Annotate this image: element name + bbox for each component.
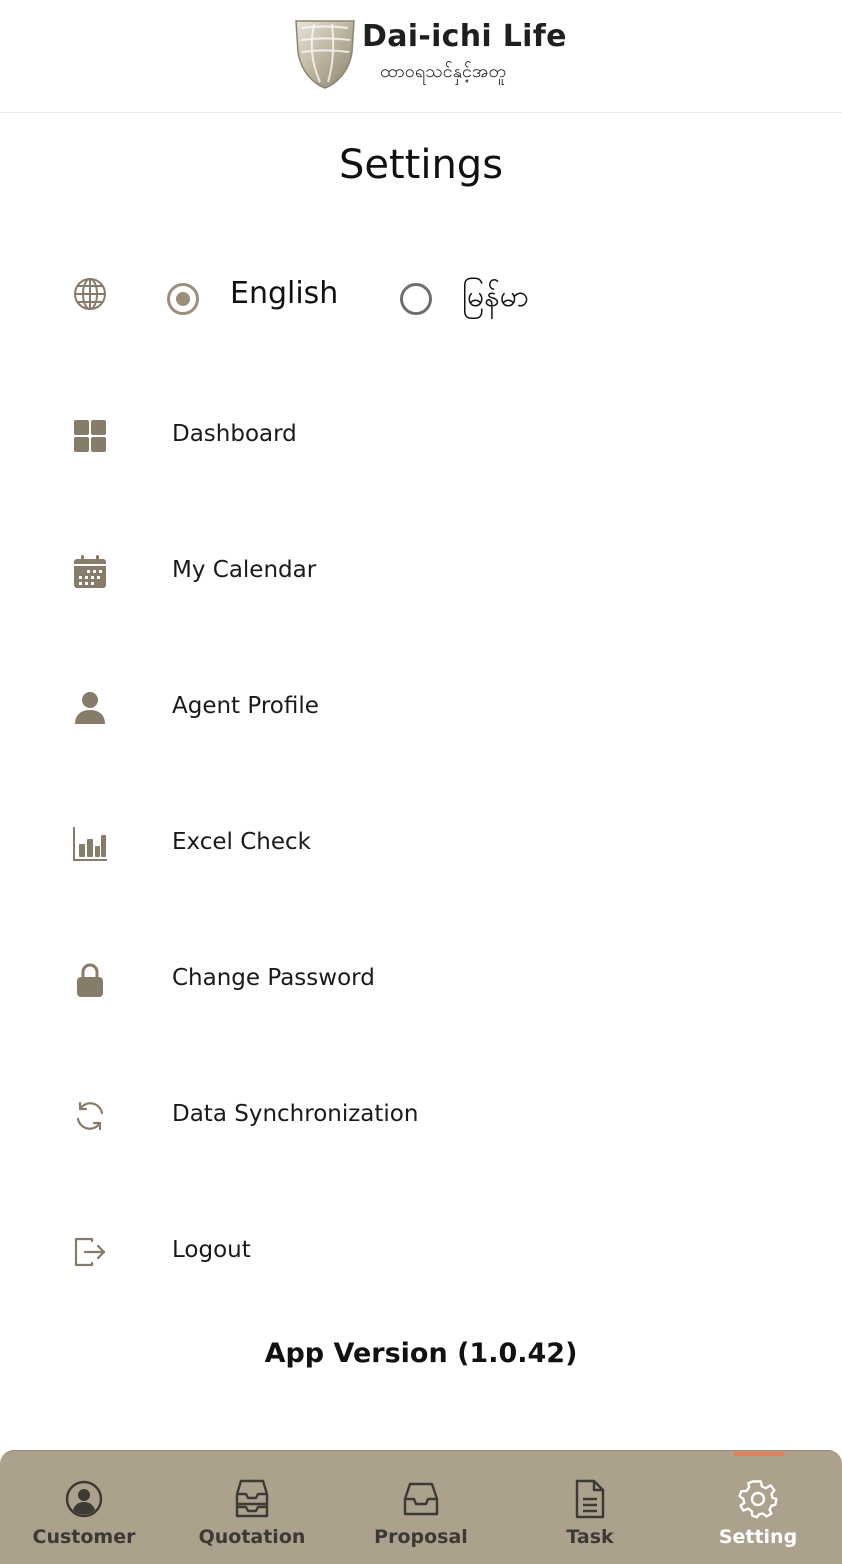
menu-item-logout[interactable]: Logout [0, 1184, 842, 1320]
calendar-icon [74, 555, 106, 588]
tab-label-quotation: Quotation [198, 1526, 306, 1548]
menu-item-my-calendar[interactable]: My Calendar [0, 504, 842, 640]
tab-label-proposal: Proposal [374, 1526, 468, 1548]
menu-item-change-password[interactable]: Change Password [0, 912, 842, 1048]
gear-icon [738, 1480, 778, 1519]
menu-label-logout: Logout [172, 1237, 251, 1263]
menu-label-dashboard: Dashboard [172, 421, 297, 447]
inbox-icon [403, 1482, 439, 1516]
tab-setting[interactable]: Setting [674, 1451, 842, 1564]
bar-chart-icon [73, 827, 107, 861]
menu-label-change-password: Change Password [172, 965, 375, 991]
menu-label-excel-check: Excel Check [172, 829, 311, 855]
tab-label-setting: Setting [718, 1526, 798, 1548]
logout-icon [74, 1237, 106, 1267]
settings-menu: Dashboard My Calendar Agent Profile Exce… [0, 368, 842, 1320]
radio-english[interactable] [167, 283, 199, 315]
user-circle-icon [65, 1480, 103, 1518]
tab-quotation[interactable]: Quotation [168, 1451, 336, 1564]
menu-item-data-synchronization[interactable]: Data Synchronization [0, 1048, 842, 1184]
language-option-myanmar[interactable]: မြန်မာ [462, 276, 529, 321]
app-header: Dai-ichi Life ထာဝရသင်နှင့်အတူ [0, 0, 842, 113]
tab-label-customer: Customer [32, 1526, 136, 1548]
lock-icon [77, 963, 103, 997]
sync-icon [76, 1101, 104, 1131]
language-selector: English မြန်မာ [0, 262, 842, 332]
menu-item-dashboard[interactable]: Dashboard [0, 368, 842, 504]
radio-myanmar[interactable] [400, 283, 432, 315]
dai-ichi-life-logo: Dai-ichi Life ထာဝရသင်နှင့်အတူ [294, 18, 566, 92]
active-tab-indicator [734, 1452, 785, 1456]
brand-subtitle: ထာဝရသင်နှင့်အတူ [380, 61, 506, 82]
app-version: App Version (1.0.42) [264, 1338, 578, 1369]
tab-label-task: Task [566, 1526, 614, 1548]
tab-task[interactable]: Task [506, 1451, 674, 1564]
menu-item-agent-profile[interactable]: Agent Profile [0, 640, 842, 776]
inbox-stack-icon [235, 1479, 269, 1518]
brand-name: Dai-ichi Life [362, 19, 567, 54]
language-option-english[interactable]: English [230, 276, 338, 311]
document-icon [575, 1479, 605, 1519]
tab-proposal[interactable]: Proposal [337, 1451, 505, 1564]
shield-logo-icon [295, 20, 355, 89]
page-title: Settings [338, 142, 504, 188]
person-icon [75, 692, 105, 724]
menu-item-excel-check[interactable]: Excel Check [0, 776, 842, 912]
tab-customer[interactable]: Customer [0, 1451, 168, 1564]
dashboard-grid-icon [74, 420, 106, 452]
menu-label-data-synchronization: Data Synchronization [172, 1101, 419, 1127]
globe-icon [74, 278, 106, 310]
bottom-tab-bar: Customer Quotation Proposal Task Setting [0, 1450, 842, 1564]
menu-label-my-calendar: My Calendar [172, 557, 317, 583]
menu-label-agent-profile: Agent Profile [172, 693, 319, 719]
